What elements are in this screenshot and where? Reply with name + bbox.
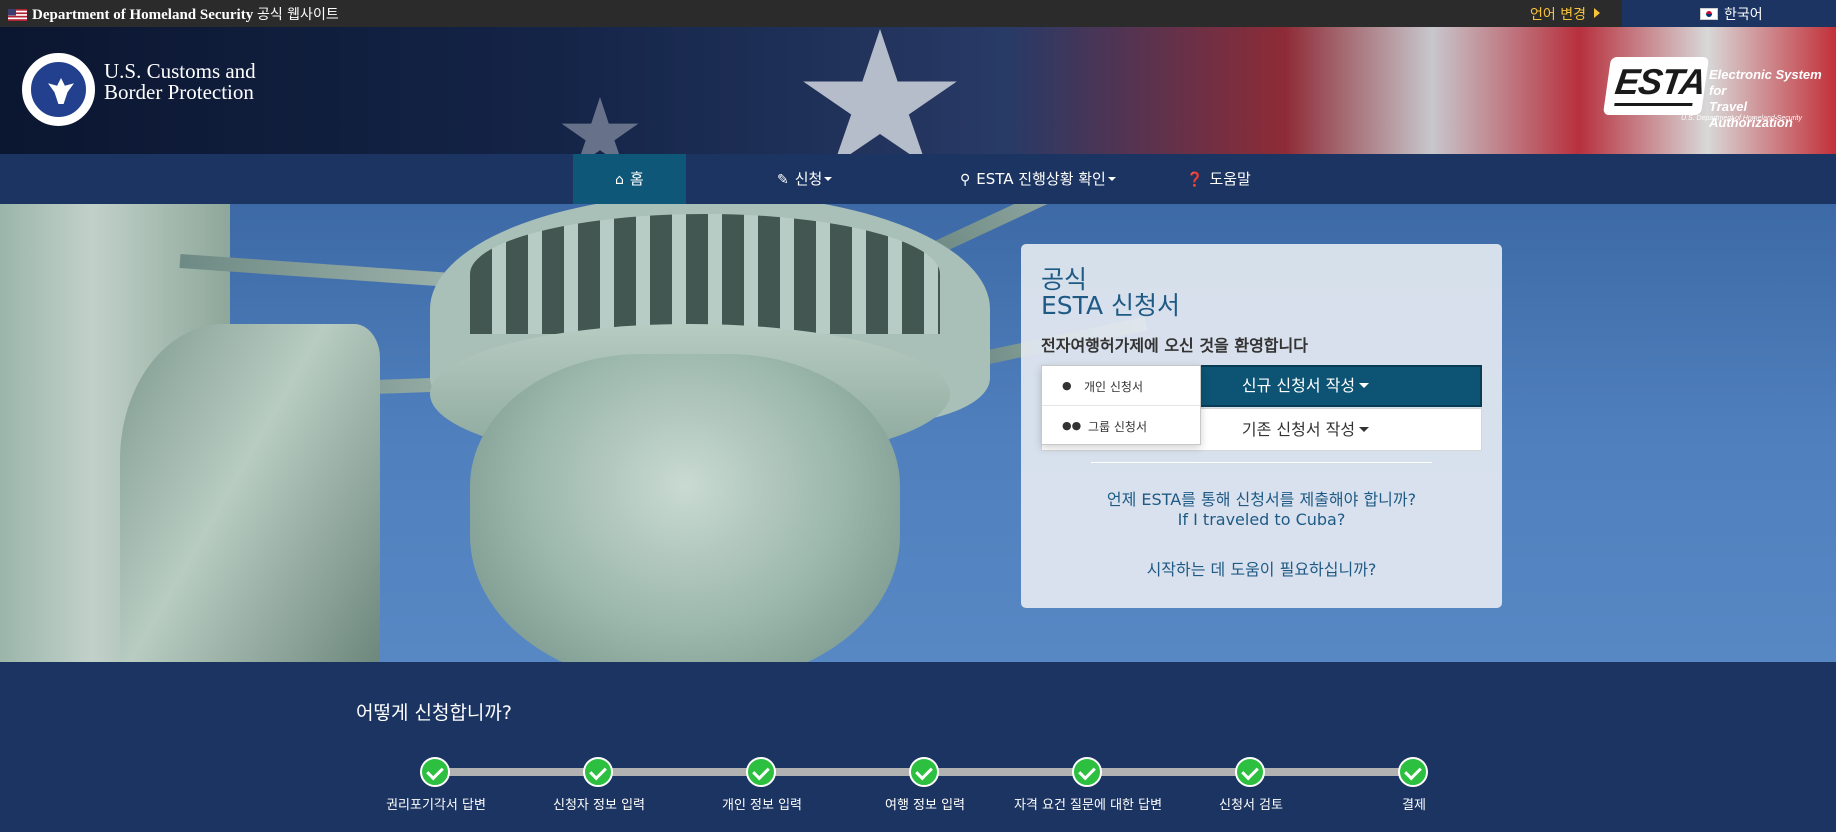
step-check-icon bbox=[420, 757, 450, 787]
getting-started-help-link[interactable]: 시작하는 데 도움이 필요하십니까? bbox=[1021, 556, 1502, 580]
step-check-icon bbox=[909, 757, 939, 787]
nav-home[interactable]: ⌂ 홈 bbox=[573, 154, 686, 204]
step-check-icon bbox=[583, 757, 613, 787]
nav-home-label: 홈 bbox=[629, 170, 644, 188]
user-icon: ● bbox=[1062, 379, 1072, 392]
agency-line1: U.S. Customs and bbox=[104, 59, 256, 83]
statue-drape-image bbox=[120, 324, 380, 662]
cuba-travel-link[interactable]: If I traveled to Cuba? bbox=[1021, 510, 1502, 529]
home-icon: ⌂ bbox=[615, 172, 624, 188]
individual-application-option[interactable]: ● 개인 신청서 bbox=[1042, 368, 1200, 404]
step-check-icon bbox=[1072, 757, 1102, 787]
step-label: 권리포기각서 답변 bbox=[386, 798, 486, 813]
step-label: 신청서 검토 bbox=[1219, 798, 1283, 813]
main-nav: ⌂ 홈 ✎ 신청 ⚲ ESTA 진행상황 확인 ❓ 도움말 bbox=[0, 154, 1836, 204]
step-label: 신청자 정보 입력 bbox=[553, 798, 645, 813]
korea-flag-icon bbox=[1700, 8, 1718, 20]
cbp-logo-text[interactable]: U.S. Customs and Border Protection bbox=[104, 61, 256, 103]
step-label: 결제 bbox=[1402, 798, 1426, 813]
when-to-apply-link[interactable]: 언제 ESTA를 통해 신청서를 제출해야 합니까? bbox=[1021, 486, 1502, 510]
how-to-apply-section: 어떻게 신청합니까? 권리포기각서 답변 신청자 정보 입력 개인 정보 입력 … bbox=[0, 662, 1836, 832]
individual-application-label: 개인 신청서 bbox=[1084, 380, 1144, 394]
gov-label: Department of Homeland Security bbox=[32, 7, 254, 23]
esta-mark: ESTA bbox=[1612, 61, 1708, 102]
new-application-label: 신규 신청서 작성 bbox=[1241, 376, 1356, 395]
caret-down-icon bbox=[824, 177, 833, 181]
agency-line2: Border Protection bbox=[104, 80, 254, 104]
nav-apply[interactable]: ✎ 신청 bbox=[777, 154, 833, 204]
nav-help[interactable]: ❓ 도움말 bbox=[1186, 154, 1251, 204]
card-title-esta: ESTA 신청서 bbox=[1041, 291, 1181, 320]
new-application-dropdown: ● 개인 신청서 ●● 그룹 신청서 bbox=[1041, 365, 1201, 445]
existing-application-label: 기존 신청서 작성 bbox=[1241, 420, 1356, 439]
step-check-icon bbox=[1235, 757, 1265, 787]
statue-face-image bbox=[470, 354, 900, 662]
search-icon: ⚲ bbox=[960, 172, 971, 188]
flag-star-decoration bbox=[803, 29, 957, 154]
group-application-label: 그룹 신청서 bbox=[1088, 420, 1148, 434]
dhs-seal-logo[interactable] bbox=[22, 53, 95, 126]
esta-logo[interactable]: ESTA Electronic System for Travel Author… bbox=[1601, 55, 1829, 130]
esta-sub1: Electronic System for bbox=[1709, 67, 1822, 98]
arrow-right-icon bbox=[1593, 8, 1600, 18]
site-header: U.S. Customs and Border Protection ESTA … bbox=[0, 27, 1836, 154]
nav-status[interactable]: ⚲ ESTA 진행상황 확인 bbox=[960, 154, 1116, 204]
language-change-button[interactable]: 언어 변경 bbox=[1530, 4, 1600, 24]
language-change-label: 언어 변경 bbox=[1530, 7, 1586, 23]
card-welcome-text: 전자여행허가제에 오신 것을 환영합니다 bbox=[1041, 336, 1308, 355]
nav-apply-label: 신청 bbox=[794, 170, 823, 188]
flag-star-decoration bbox=[561, 97, 639, 154]
step-check-icon bbox=[746, 757, 776, 787]
group-application-option[interactable]: ●● 그룹 신청서 bbox=[1042, 408, 1200, 444]
esta-dept: U.S. Department of Homeland Security bbox=[1681, 115, 1802, 122]
how-to-apply-title: 어떻게 신청합니까? bbox=[356, 702, 512, 724]
caret-down-icon bbox=[1107, 177, 1116, 181]
step-label: 여행 정보 입력 bbox=[884, 798, 966, 813]
gov-official-text: Department of Homeland Security 공식 웹사이트 bbox=[32, 4, 339, 24]
gov-suffix: 공식 웹사이트 bbox=[256, 7, 339, 23]
users-icon: ●● bbox=[1062, 419, 1082, 432]
us-flag-icon bbox=[8, 9, 27, 21]
dropdown-divider bbox=[1042, 405, 1200, 406]
hero-banner bbox=[0, 204, 1836, 662]
step-check-icon bbox=[1398, 757, 1428, 787]
step-label: 자격 요건 질문에 대한 답변 bbox=[1013, 798, 1163, 813]
card-divider bbox=[1091, 462, 1432, 463]
step-label: 개인 정보 입력 bbox=[721, 798, 803, 813]
help-icon: ❓ bbox=[1186, 172, 1204, 188]
nav-help-label: 도움말 bbox=[1209, 170, 1251, 188]
caret-down-icon bbox=[1359, 383, 1370, 388]
pencil-icon: ✎ bbox=[777, 172, 789, 188]
nav-status-label: ESTA 진행상황 확인 bbox=[976, 170, 1106, 188]
current-language[interactable]: 한국어 bbox=[1622, 0, 1836, 27]
gov-banner: Department of Homeland Security 공식 웹사이트 … bbox=[0, 0, 1836, 27]
current-language-label: 한국어 bbox=[1724, 7, 1763, 23]
caret-down-icon bbox=[1359, 427, 1370, 432]
